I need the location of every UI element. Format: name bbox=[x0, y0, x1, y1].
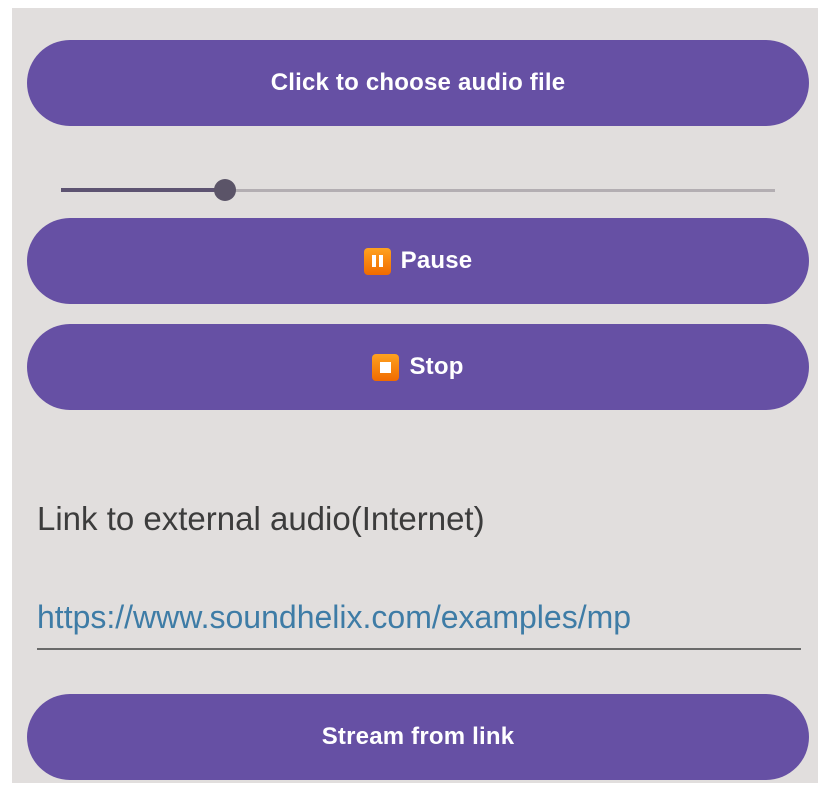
pause-label: Pause bbox=[400, 247, 473, 274]
audio-url-input[interactable] bbox=[37, 586, 801, 650]
choose-audio-file-label: Click to choose audio file bbox=[270, 69, 566, 96]
stream-from-link-label: Stream from link bbox=[321, 723, 515, 750]
pause-icon bbox=[363, 247, 391, 275]
seek-bar-thumb[interactable] bbox=[214, 179, 237, 201]
seek-bar[interactable] bbox=[61, 178, 775, 202]
stop-icon bbox=[372, 353, 400, 381]
stream-from-link-button[interactable]: Stream from link bbox=[27, 694, 809, 780]
external-audio-label: Link to external audio(Internet) bbox=[37, 500, 485, 537]
player-screen: Click to choose audio file Pause Stop Li… bbox=[12, 8, 818, 783]
pause-button[interactable]: Pause bbox=[27, 218, 809, 304]
stop-button[interactable]: Stop bbox=[27, 324, 809, 410]
choose-audio-file-button[interactable]: Click to choose audio file bbox=[27, 40, 809, 126]
seek-bar-progress bbox=[61, 188, 226, 192]
stop-label: Stop bbox=[409, 353, 464, 380]
